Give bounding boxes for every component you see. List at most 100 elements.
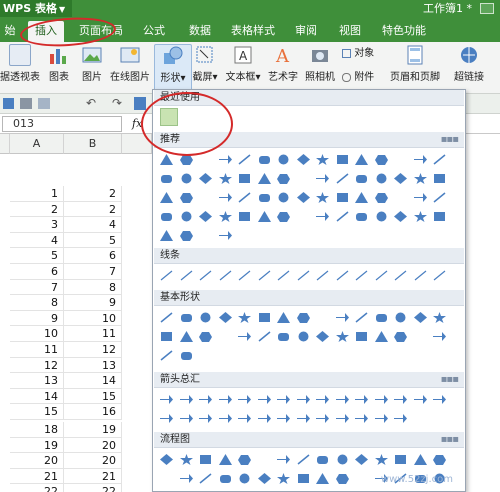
arrow-shape-icon[interactable] — [177, 409, 197, 428]
flow-shape-icon[interactable] — [196, 450, 216, 469]
arrow-shape-icon[interactable] — [352, 390, 372, 409]
cell-b[interactable]: 12 — [64, 342, 122, 358]
arrow-shape-icon[interactable] — [235, 409, 255, 428]
rec-shape-icon[interactable] — [235, 188, 255, 207]
rec-shape-icon[interactable] — [255, 188, 275, 207]
object-button[interactable]: 对象 — [342, 44, 380, 59]
window-control-button[interactable] — [480, 3, 494, 14]
basic-shape-icon[interactable] — [177, 308, 197, 327]
basic-shape-icon[interactable] — [430, 308, 450, 327]
basic-shape-icon[interactable] — [294, 308, 314, 327]
rec-shape-icon[interactable] — [216, 169, 236, 188]
tab-special[interactable]: 特色功能 — [378, 21, 430, 42]
cell-b[interactable]: 20 — [64, 437, 122, 454]
basic-shape-icon[interactable] — [196, 327, 216, 346]
screenshot-button[interactable]: 截屏▾ — [190, 44, 220, 83]
cell-a[interactable]: 22 — [10, 484, 64, 492]
cell-a[interactable]: 19 — [10, 437, 64, 454]
rec-shape-icon[interactable] — [391, 169, 411, 188]
rec-shape-icon[interactable] — [430, 150, 450, 169]
flow-shape-icon[interactable] — [274, 469, 294, 488]
arrow-shape-icon[interactable] — [391, 390, 411, 409]
online-picture-button[interactable]: 在线图片 — [108, 44, 152, 83]
rec-shape-icon[interactable] — [391, 188, 411, 207]
line-shape-icon[interactable] — [411, 266, 431, 285]
arrow-shape-icon[interactable] — [157, 390, 177, 409]
basic-shape-icon[interactable] — [255, 308, 275, 327]
rec-shape-icon[interactable] — [430, 188, 450, 207]
rec-shape-icon[interactable] — [255, 150, 275, 169]
rec-shape-icon[interactable] — [294, 207, 314, 226]
flow-shape-icon[interactable] — [391, 450, 411, 469]
rec-shape-icon[interactable] — [372, 150, 392, 169]
rec-shape-icon[interactable] — [274, 207, 294, 226]
cell-b[interactable]: 15 — [64, 388, 122, 405]
cell-a[interactable]: 10 — [10, 326, 64, 342]
rec-shape-icon[interactable] — [333, 169, 353, 188]
flow-shape-icon[interactable] — [372, 450, 392, 469]
app-menu-button[interactable]: WPS 表格 ▼ — [0, 0, 72, 17]
cell-a[interactable]: 20 — [10, 453, 64, 469]
flow-shape-icon[interactable] — [157, 450, 177, 469]
arrow-shape-icon[interactable] — [391, 409, 411, 428]
cell-a[interactable]: 4 — [10, 232, 64, 249]
rec-shape-icon[interactable] — [411, 150, 431, 169]
rec-shape-icon[interactable] — [313, 169, 333, 188]
flow-shape-icon[interactable] — [294, 469, 314, 488]
flow-shape-icon[interactable] — [235, 450, 255, 469]
basic-shape-icon[interactable] — [391, 308, 411, 327]
rec-shape-icon[interactable] — [196, 207, 216, 226]
textbox-button[interactable]: A 文本框▾ — [224, 44, 262, 83]
rec-shape-icon[interactable] — [391, 150, 411, 169]
flow-shape-icon[interactable] — [274, 450, 294, 469]
flow-shape-icon[interactable] — [177, 450, 197, 469]
arrow-shape-icon[interactable] — [372, 409, 392, 428]
arrow-shape-icon[interactable] — [196, 409, 216, 428]
cell-b[interactable]: 11 — [64, 326, 122, 342]
rec-shape-icon[interactable] — [411, 188, 431, 207]
rec-shape-icon[interactable] — [352, 150, 372, 169]
rec-shape-icon[interactable] — [216, 188, 236, 207]
cell-b[interactable]: 10 — [64, 310, 122, 327]
basic-shape-icon[interactable] — [352, 308, 372, 327]
line-shape-icon[interactable] — [216, 266, 236, 285]
flow-shape-icon[interactable] — [352, 469, 372, 488]
rec-shape-icon[interactable] — [372, 169, 392, 188]
line-shape-icon[interactable] — [255, 266, 275, 285]
cell-b[interactable]: 7 — [64, 264, 122, 280]
shapes-button[interactable]: 形状▾ — [154, 44, 192, 92]
rec-shape-icon[interactable] — [177, 226, 197, 245]
tab-formula[interactable]: 公式 — [138, 21, 170, 42]
basic-shape-icon[interactable] — [216, 308, 236, 327]
basic-shape-icon[interactable] — [177, 346, 197, 365]
arrow-shape-icon[interactable] — [352, 409, 372, 428]
arrow-shape-icon[interactable] — [157, 409, 177, 428]
column-header-a[interactable]: A — [10, 134, 64, 154]
arrow-shape-icon[interactable] — [313, 390, 333, 409]
rec-shape-icon[interactable] — [313, 150, 333, 169]
line-shape-icon[interactable] — [372, 266, 392, 285]
cell-b[interactable]: 22 — [64, 484, 122, 492]
arrow-shape-icon[interactable] — [372, 390, 392, 409]
pivot-table-button[interactable]: 据透视表 — [0, 44, 40, 83]
rec-shape-icon[interactable] — [333, 207, 353, 226]
basic-shape-icon[interactable] — [177, 327, 197, 346]
cell-a[interactable]: 2 — [10, 201, 64, 218]
camera-button[interactable]: 照相机 — [304, 44, 336, 83]
column-header-b[interactable]: B — [64, 134, 122, 154]
basic-shape-icon[interactable] — [274, 327, 294, 346]
rec-shape-icon[interactable] — [294, 188, 314, 207]
flow-shape-icon[interactable] — [196, 469, 216, 488]
arrow-shape-icon[interactable] — [294, 409, 314, 428]
rec-shape-icon[interactable] — [216, 150, 236, 169]
rec-shape-icon[interactable] — [313, 188, 333, 207]
cell-b[interactable]: 6 — [64, 248, 122, 264]
tab-table-style[interactable]: 表格样式 — [228, 21, 278, 42]
rec-shape-icon[interactable] — [372, 207, 392, 226]
rec-shape-icon[interactable] — [196, 226, 216, 245]
rec-shape-icon[interactable] — [177, 188, 197, 207]
basic-shape-icon[interactable] — [157, 346, 177, 365]
tab-review[interactable]: 审阅 — [290, 21, 322, 42]
basic-shape-icon[interactable] — [372, 327, 392, 346]
rec-shape-icon[interactable] — [157, 188, 177, 207]
